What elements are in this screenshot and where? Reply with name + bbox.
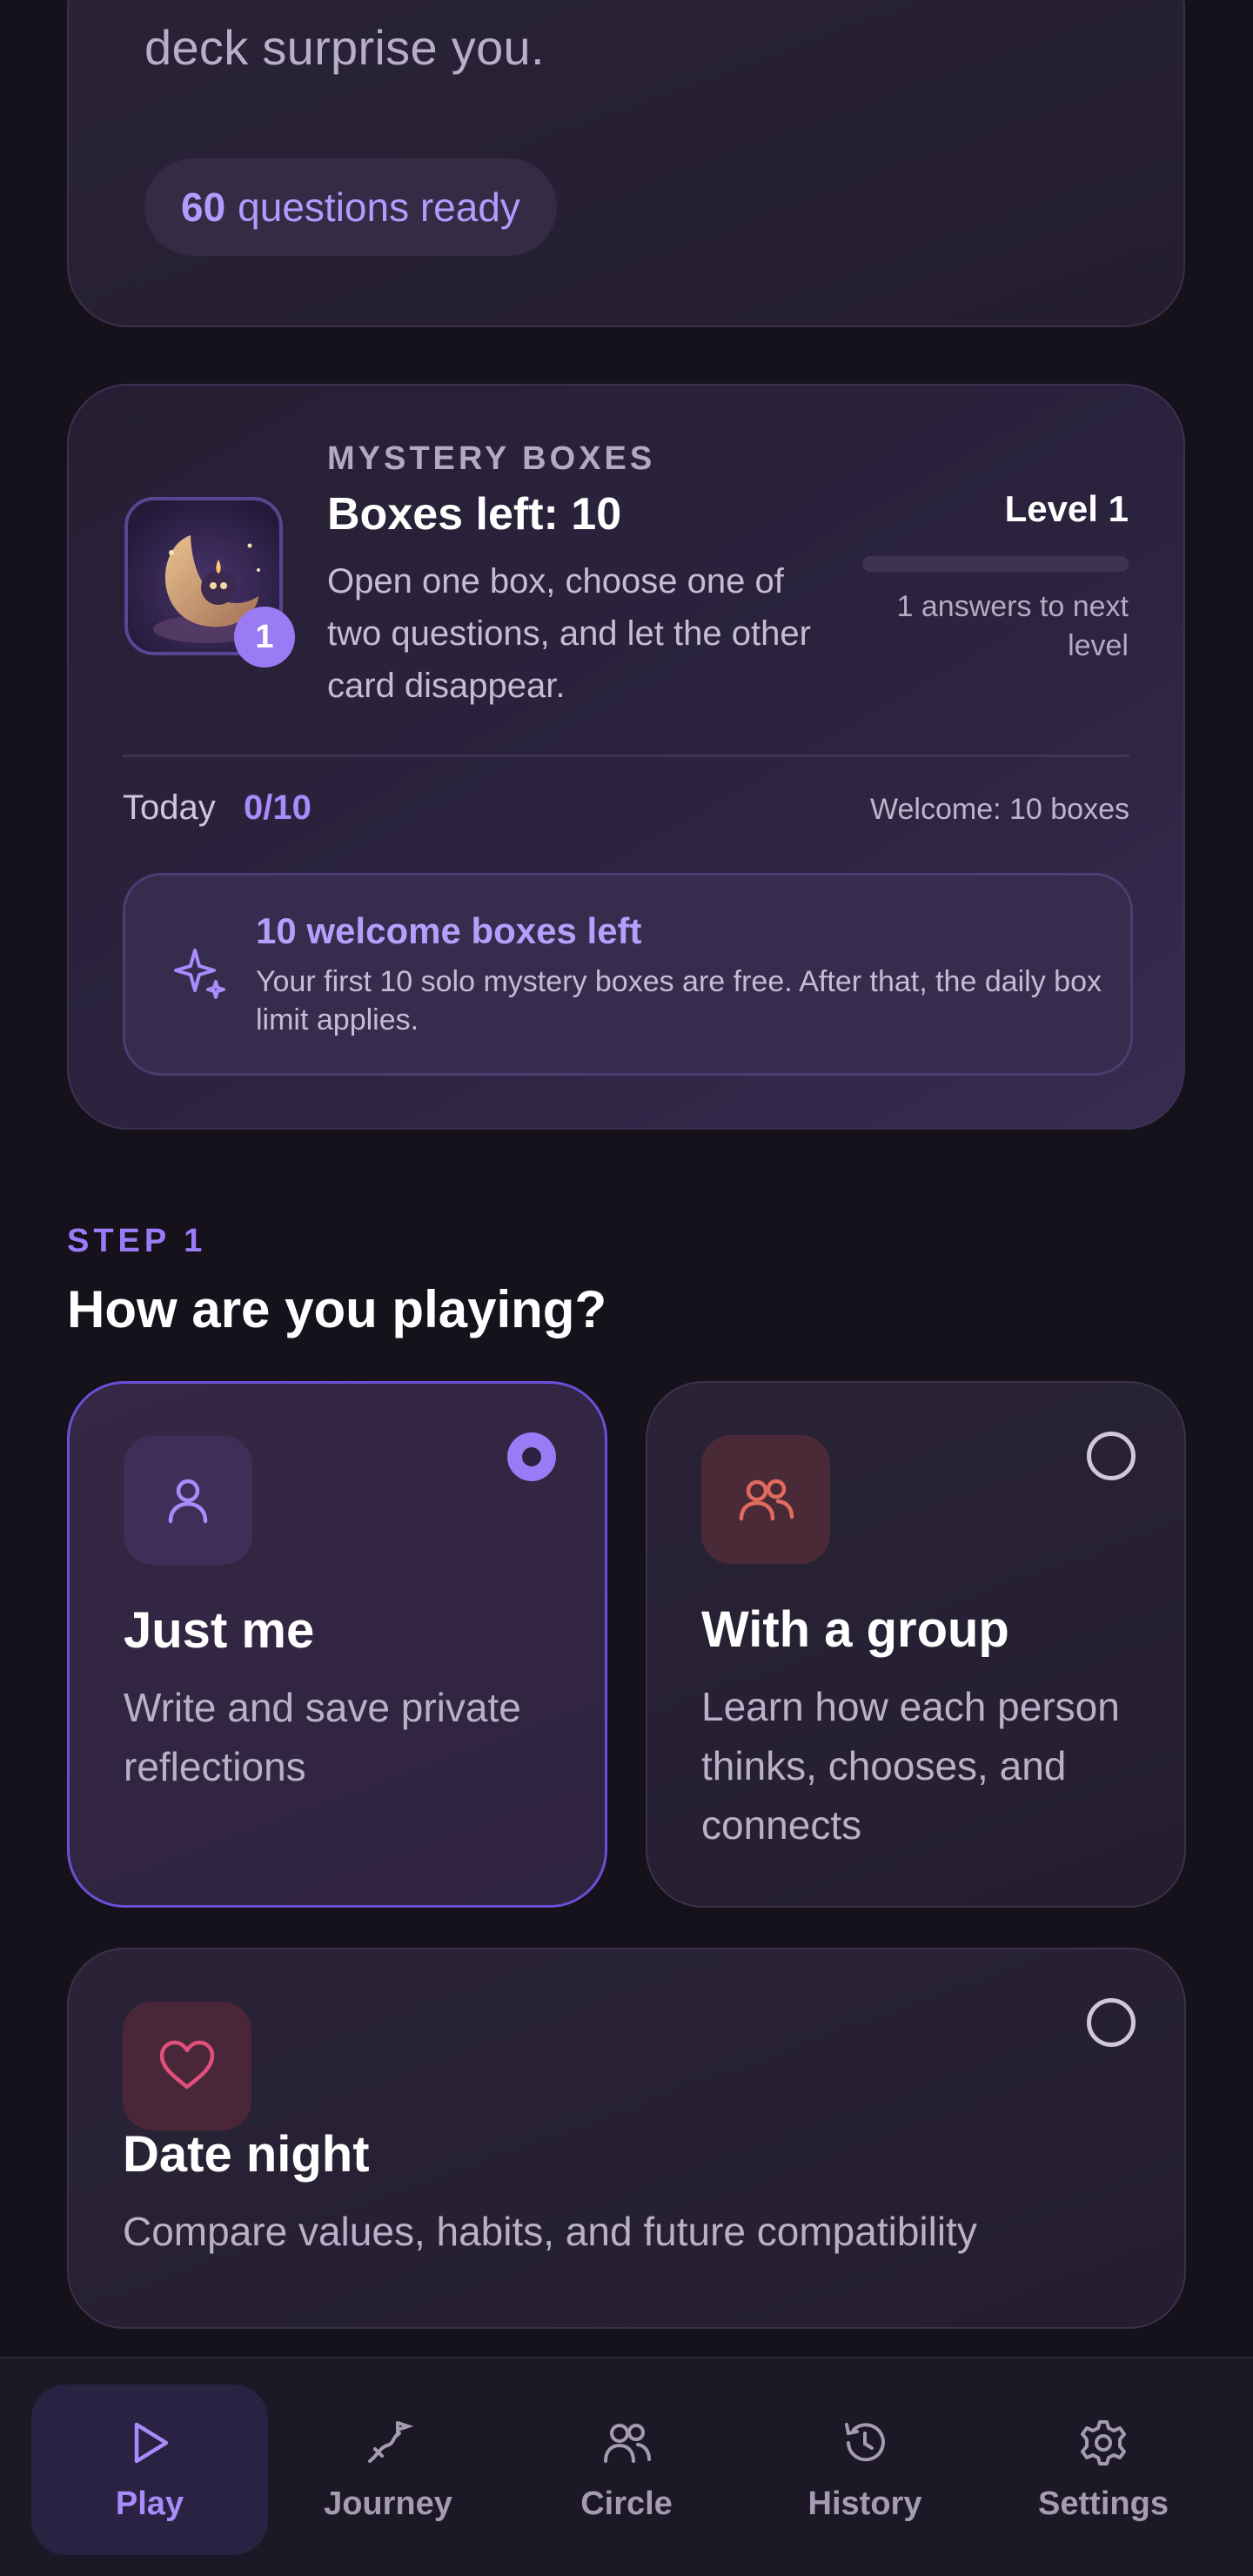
welcome-banner-text: Your first 10 solo mystery boxes are fre… — [256, 965, 1102, 1036]
option-description: Learn how each person thinks, chooses, a… — [701, 1684, 1120, 1848]
today-value: 0/10 — [244, 788, 312, 827]
box-count-badge: 1 — [234, 607, 295, 667]
group-icon — [701, 1435, 830, 1564]
nav-journey[interactable]: Journey — [270, 2385, 506, 2555]
option-title: Just me — [124, 1602, 315, 1659]
welcome-boxes-banner: 10 welcome boxes left Your first 10 solo… — [123, 873, 1133, 1076]
nav-label: Settings — [1038, 2485, 1169, 2522]
today-label: Today — [123, 788, 216, 827]
questions-ready-label: questions ready — [238, 184, 520, 230]
step-title: How are you playing? — [67, 1280, 607, 1338]
mystery-eyebrow: MYSTERY BOXES — [327, 440, 656, 477]
nav-label: Play — [115, 2485, 184, 2522]
deck-tagline: deck surprise you. — [144, 20, 545, 75]
nav-play[interactable]: Play — [31, 2385, 268, 2555]
level-progress-bar — [862, 556, 1129, 572]
mystery-description: Open one box, choose one of two question… — [327, 562, 811, 705]
option-description: Write and save private reflections — [124, 1685, 521, 1789]
nav-history[interactable]: History — [747, 2385, 983, 2555]
option-title: With a group — [701, 1601, 1009, 1658]
nav-label: History — [807, 2485, 922, 2522]
radio-selected[interactable] — [507, 1432, 556, 1481]
gear-icon — [1081, 2419, 1126, 2465]
boxes-left-title: Boxes left: 10 — [327, 489, 622, 540]
bottom-navigation: Play Journey Circle History Settings — [0, 2357, 1253, 2576]
users-icon — [604, 2423, 651, 2463]
level-note: 1 answers to next level — [896, 590, 1129, 662]
radio-unselected[interactable] — [1087, 1998, 1136, 2047]
option-title: Date night — [123, 2126, 370, 2183]
questions-ready-pill: 60 questions ready — [144, 158, 557, 256]
divider — [123, 755, 1129, 757]
person-icon — [124, 1436, 252, 1565]
mystery-boxes-card[interactable]: 1 MYSTERY BOXES Boxes left: 10 Open one … — [67, 384, 1185, 1130]
deck-card: deck surprise you. 60 questions ready — [67, 0, 1185, 327]
option-just-me[interactable]: Just me Write and save private reflectio… — [67, 1381, 607, 1908]
level-label: Level 1 — [1004, 488, 1129, 529]
option-date-night[interactable]: Date night Compare values, habits, and f… — [67, 1948, 1186, 2329]
play-screen: deck surprise you. 60 questions ready 1 … — [0, 0, 1253, 2576]
option-with-group[interactable]: With a group Learn how each person think… — [646, 1381, 1186, 1908]
radio-unselected[interactable] — [1087, 1432, 1136, 1480]
nav-label: Journey — [324, 2485, 452, 2522]
welcome-boxes-note: Welcome: 10 boxes — [870, 793, 1129, 826]
questions-count: 60 — [181, 184, 226, 230]
sparkle-icon — [174, 949, 225, 999]
heart-icon — [123, 2002, 251, 2130]
nav-label: Circle — [580, 2485, 673, 2522]
nav-settings[interactable]: Settings — [985, 2385, 1222, 2555]
play-icon — [134, 2422, 169, 2463]
welcome-banner-title: 10 welcome boxes left — [256, 910, 642, 951]
nav-circle[interactable]: Circle — [508, 2385, 745, 2555]
journey-icon — [368, 2420, 413, 2463]
option-description: Compare values, habits, and future compa… — [123, 2209, 977, 2254]
step-label: STEP 1 — [67, 1223, 207, 1259]
history-icon — [845, 2422, 885, 2461]
